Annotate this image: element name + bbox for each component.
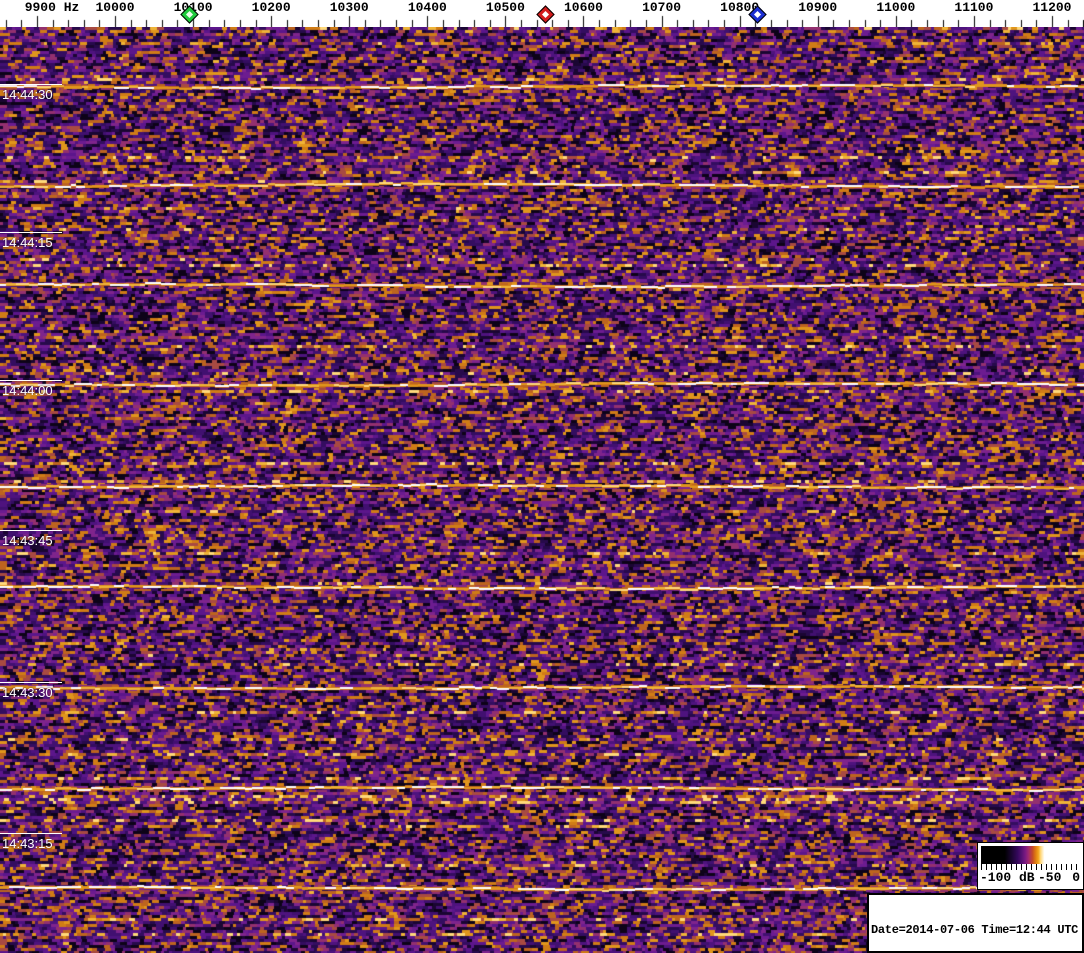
freq-label: 11200	[1032, 0, 1072, 15]
info-date-time: Date=2014-07-06 Time=12:44 UTC	[871, 923, 1079, 937]
marker-diamond-center	[185, 10, 194, 19]
db-max-label: 0	[1072, 870, 1080, 885]
db-min-label: -100 dB	[980, 870, 1035, 885]
freq-label: 10700	[642, 0, 682, 15]
freq-label: 10000	[95, 0, 135, 15]
spectrogram-waterfall[interactable]	[0, 27, 1084, 953]
freq-label: 11100	[954, 0, 994, 15]
freq-label: 9900 Hz	[24, 0, 80, 15]
freq-label: 10300	[329, 0, 369, 15]
db-mid-label: -50	[1038, 870, 1062, 885]
freq-label: 10900	[798, 0, 838, 15]
freq-label: 10400	[407, 0, 447, 15]
frequency-ruler[interactable]: 9900 Hz 10000 10100 10200 10300 10400 10500 106…	[0, 0, 1084, 27]
freq-label: 11000	[876, 0, 916, 15]
marker-diamond-center	[753, 10, 762, 19]
observation-info-box: Date=2014-07-06 Time=12:44 UTC Freq=143 …	[867, 893, 1084, 953]
freq-label: 10500	[485, 0, 525, 15]
freq-label: 10200	[251, 0, 291, 15]
marker-diamond-center	[541, 10, 550, 19]
spectrogram-app-window: 9900 Hz 10000 10100 10200 10300 10400 10500 106…	[0, 0, 1084, 953]
db-scale-labels: -100 dB -50 0	[978, 870, 1083, 888]
db-gradient-bar	[981, 846, 1080, 864]
freq-label: 10600	[563, 0, 603, 15]
db-color-scale: -100 dB -50 0	[977, 842, 1084, 890]
